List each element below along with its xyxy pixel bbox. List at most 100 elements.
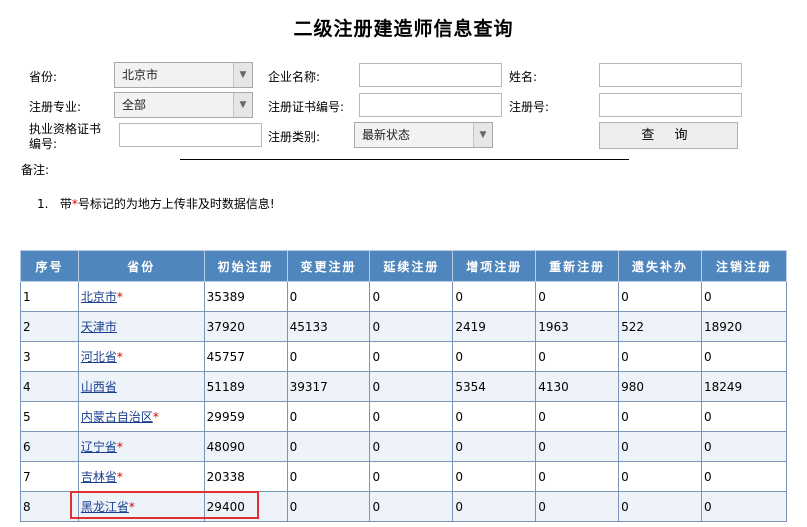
cert-no-input[interactable] [359, 93, 502, 117]
table-row: 2 天津市 37920 45133 0 2419 1963 522 18920 [20, 311, 787, 342]
note-index: 1. [37, 197, 49, 211]
province-star: * [116, 440, 123, 454]
reg-no-input[interactable] [599, 93, 742, 117]
addition-reg-cell: 2419 [452, 311, 537, 342]
qual-label-line1: 执业资格证书 [29, 122, 102, 136]
re-reg-cell: 0 [535, 281, 620, 312]
company-label: 企业名称: [268, 70, 321, 84]
province-cell: 山西省 [77, 371, 205, 402]
name-input[interactable] [599, 63, 742, 87]
table-row: 4 山西省 51189 39317 0 5354 4130 980 18249 [20, 371, 787, 402]
column-header: 重新注册 [535, 250, 620, 282]
lost-replace-cell: 0 [618, 401, 702, 432]
initial-reg-cell: 48090 [203, 431, 288, 462]
dropdown-arrow-icon: ▼ [233, 93, 252, 117]
qual-no-input[interactable] [119, 123, 262, 147]
name-label: 姓名: [509, 70, 538, 84]
change-reg-cell: 0 [286, 461, 371, 492]
initial-reg-cell: 45757 [203, 341, 288, 372]
qual-label-line2: 编号: [29, 137, 58, 151]
type-select[interactable]: 最新状态 ▼ [354, 122, 493, 148]
initial-reg-cell: 35389 [203, 281, 288, 312]
row-number: 5 [20, 401, 79, 432]
initial-reg-cell: 29959 [203, 401, 288, 432]
addition-reg-cell: 0 [452, 491, 537, 522]
province-link[interactable]: 天津市 [81, 320, 117, 334]
province-link[interactable]: 山西省 [81, 380, 117, 394]
renewal-reg-cell: 0 [369, 491, 454, 522]
re-reg-cell: 0 [535, 461, 620, 492]
column-header: 省份 [77, 250, 205, 282]
addition-reg-cell: 0 [452, 401, 537, 432]
re-reg-cell: 0 [535, 491, 620, 522]
row-number: 6 [20, 431, 79, 462]
row-number: 2 [20, 311, 79, 342]
change-reg-cell: 0 [286, 401, 371, 432]
column-header: 初始注册 [203, 250, 288, 282]
province-link[interactable]: 内蒙古自治区 [81, 410, 153, 424]
province-star: * [116, 290, 123, 304]
table-row: 5 内蒙古自治区* 29959 0 0 0 0 0 0 [20, 401, 787, 432]
province-link[interactable]: 辽宁省 [81, 440, 117, 454]
change-reg-cell: 0 [286, 281, 371, 312]
highlight-box [70, 491, 259, 519]
renewal-reg-cell: 0 [369, 341, 454, 372]
initial-reg-cell: 20338 [203, 461, 288, 492]
column-header: 序号 [20, 250, 79, 282]
specialty-select-value: 全部 [122, 98, 147, 112]
renewal-reg-cell: 0 [369, 401, 454, 432]
renewal-reg-cell: 0 [369, 281, 454, 312]
initial-reg-cell: 51189 [203, 371, 288, 402]
province-cell: 北京市* [77, 281, 205, 312]
change-reg-cell: 39317 [286, 371, 371, 402]
cancel-reg-cell: 0 [701, 281, 787, 312]
province-select-value: 北京市 [122, 68, 159, 82]
province-star: * [116, 470, 123, 484]
cancel-reg-cell: 0 [701, 461, 787, 492]
renewal-reg-cell: 0 [369, 371, 454, 402]
note-item: 1. 带*号标记的为地方上传非及时数据信息! [37, 197, 275, 211]
note-text-after: 号标记的为地方上传非及时数据信息! [77, 197, 275, 211]
re-reg-cell: 4130 [535, 371, 620, 402]
note-text-before: 带 [59, 197, 72, 211]
renewal-reg-cell: 0 [369, 311, 454, 342]
column-header: 延续注册 [369, 250, 454, 282]
table-header-row: 序号 省份 初始注册 变更注册 延续注册 增项注册 重新注册 遗失补办 注销注册 [20, 250, 787, 282]
province-link[interactable]: 北京市 [81, 290, 117, 304]
dropdown-arrow-icon: ▼ [233, 63, 252, 87]
column-header: 遗失补办 [618, 250, 702, 282]
province-link[interactable]: 吉林省 [81, 470, 117, 484]
addition-reg-cell: 0 [452, 461, 537, 492]
note-label: 备注: [21, 163, 50, 177]
addition-reg-cell: 0 [452, 341, 537, 372]
column-header: 注销注册 [701, 250, 787, 282]
row-number: 1 [20, 281, 79, 312]
lost-replace-cell: 980 [618, 371, 702, 402]
column-header: 变更注册 [286, 250, 371, 282]
province-cell: 河北省* [77, 341, 205, 372]
cert-no-label: 注册证书编号: [268, 100, 345, 114]
company-input[interactable] [359, 63, 502, 87]
change-reg-cell: 0 [286, 341, 371, 372]
lost-replace-cell: 0 [618, 431, 702, 462]
row-number: 3 [20, 341, 79, 372]
type-select-value: 最新状态 [362, 128, 411, 142]
re-reg-cell: 0 [535, 401, 620, 432]
re-reg-cell: 1963 [535, 311, 620, 342]
lost-replace-cell: 0 [618, 341, 702, 372]
specialty-label: 注册专业: [29, 100, 82, 114]
province-label: 省份: [29, 70, 58, 84]
province-select[interactable]: 北京市 ▼ [114, 62, 253, 88]
initial-reg-cell: 37920 [203, 311, 288, 342]
cancel-reg-cell: 0 [701, 431, 787, 462]
specialty-select[interactable]: 全部 ▼ [114, 92, 253, 118]
type-label: 注册类别: [268, 130, 321, 144]
query-button[interactable]: 查 询 [599, 122, 738, 149]
lost-replace-cell: 0 [618, 461, 702, 492]
cancel-reg-cell: 0 [701, 401, 787, 432]
stats-table: 序号 省份 初始注册 变更注册 延续注册 增项注册 重新注册 遗失补办 注销注册 1 北京市* 35… [20, 250, 787, 522]
table-row: 3 河北省* 45757 0 0 0 0 0 0 [20, 341, 787, 372]
province-link[interactable]: 河北省 [81, 350, 117, 364]
addition-reg-cell: 0 [452, 281, 537, 312]
province-star: * [116, 350, 123, 364]
